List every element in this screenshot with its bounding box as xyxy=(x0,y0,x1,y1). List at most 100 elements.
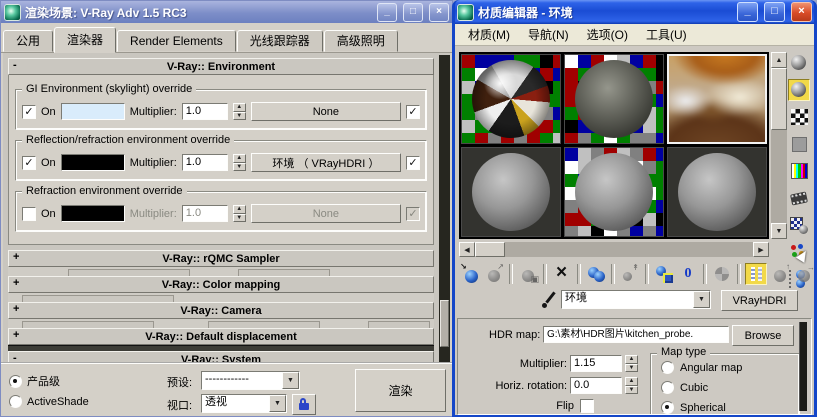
render-dialog-titlebar[interactable]: 渲染场景: V-Ray Adv 1.5 RC3 _ □ × xyxy=(1,1,452,23)
tab-advanced-lighting[interactable]: 高级照明 xyxy=(324,30,398,52)
minimize-icon[interactable]: _ xyxy=(737,2,758,22)
sample-uv-tiling-button[interactable] xyxy=(788,133,810,155)
scroll-right-icon[interactable]: ▶ xyxy=(753,242,769,257)
gi-multiplier-spinner[interactable]: ▲▼ xyxy=(233,103,246,120)
slots-vertical-scrollbar[interactable]: ▲ ▼ xyxy=(771,52,787,239)
maximize-icon[interactable]: □ xyxy=(403,3,423,22)
browse-button[interactable]: Browse xyxy=(732,325,794,346)
sample-slot-4[interactable] xyxy=(461,147,561,237)
viewport-lock-button[interactable] xyxy=(292,394,316,415)
material-editor-titlebar[interactable]: 材质编辑器 - 环境 _ □ × xyxy=(455,0,814,24)
vrayhdri-params-panel: HDR map: Browse Multiplier: ▲▼ Horiz. ro… xyxy=(457,318,812,415)
multiplier-field[interactable] xyxy=(570,355,622,372)
make-material-copy-button[interactable] xyxy=(585,263,607,285)
video-color-check-button[interactable] xyxy=(788,160,810,182)
get-material-button[interactable] xyxy=(459,263,481,285)
gi-map-enable-checkbox[interactable] xyxy=(406,105,420,119)
rollout-camera-header[interactable]: + V-Ray:: Camera xyxy=(8,302,434,319)
material-editor-options-button[interactable] xyxy=(788,214,810,236)
tab-renderer[interactable]: 渲染器 xyxy=(54,27,116,53)
sample-slot-3[interactable] xyxy=(667,54,767,144)
scroll-up-icon[interactable]: ▲ xyxy=(771,52,787,68)
scroll-down-icon[interactable]: ▼ xyxy=(771,223,787,239)
gi-map-slot-button[interactable]: None xyxy=(251,102,401,121)
reflection-map-slot-button[interactable]: 环境 （ VRayHDRI ） xyxy=(251,153,401,172)
go-to-parent-icon xyxy=(771,265,789,283)
maximize-icon[interactable]: □ xyxy=(764,2,785,22)
close-icon[interactable]: × xyxy=(429,3,449,22)
scroll-left-icon[interactable]: ◀ xyxy=(459,242,475,257)
sample-type-button[interactable] xyxy=(788,52,810,74)
show-map-in-viewport-button[interactable] xyxy=(711,263,733,285)
show-end-result-button[interactable] xyxy=(745,263,767,285)
viewport-dropdown[interactable]: 透视 ▼ xyxy=(201,394,287,413)
menu-navigation[interactable]: 导航(N) xyxy=(519,26,578,44)
rollout-displacement-header[interactable]: + V-Ray:: Default displacement xyxy=(8,328,434,345)
reflection-on-checkbox[interactable] xyxy=(22,156,36,170)
preset-dropdown[interactable]: ------------ ▼ xyxy=(201,371,300,390)
refraction-map-enable-checkbox[interactable] xyxy=(406,207,420,221)
scrollbar-thumb[interactable] xyxy=(440,300,449,347)
make-unique-button[interactable] xyxy=(619,263,641,285)
flip-checkbox[interactable] xyxy=(580,399,594,413)
rollout-environment-header[interactable]: - V-Ray:: Environment xyxy=(8,58,434,75)
gi-on-checkbox[interactable] xyxy=(22,105,36,119)
menu-material[interactable]: 材质(M) xyxy=(459,26,519,44)
get-material-icon xyxy=(461,265,479,283)
refraction-on-checkbox[interactable] xyxy=(22,207,36,221)
tab-render-elements[interactable]: Render Elements xyxy=(117,30,236,52)
scrollbar-thumb[interactable] xyxy=(475,242,505,257)
gi-color-swatch[interactable] xyxy=(61,103,125,120)
reflection-multiplier-spinner[interactable]: ▲▼ xyxy=(233,154,246,171)
reflection-multiplier-field[interactable] xyxy=(182,154,228,171)
sample-slot-6[interactable] xyxy=(667,147,767,237)
background-button[interactable] xyxy=(788,106,810,128)
material-type-button[interactable]: VRayHDRI xyxy=(721,290,798,311)
go-to-parent-button[interactable] xyxy=(769,263,791,285)
scrollbar-thumb[interactable] xyxy=(771,68,787,130)
gi-multiplier-field[interactable] xyxy=(182,103,228,120)
make-preview-icon xyxy=(790,191,808,205)
rollout-colormapping-header[interactable]: + V-Ray:: Color mapping xyxy=(8,276,434,293)
render-button[interactable]: 渲染 xyxy=(355,369,446,412)
put-material-to-scene-button[interactable] xyxy=(483,263,505,285)
slots-horizontal-scrollbar[interactable]: ◀ ▶ xyxy=(459,242,769,257)
menu-options[interactable]: 选项(O) xyxy=(578,26,637,44)
rollout-scrollbar[interactable] xyxy=(439,55,450,362)
refraction-color-swatch[interactable] xyxy=(61,205,125,222)
close-icon[interactable]: × xyxy=(791,2,812,22)
map-type-angular-map[interactable]: Angular map xyxy=(661,361,799,374)
multiplier-spinner[interactable]: ▲▼ xyxy=(625,355,638,372)
refraction-multiplier-field[interactable] xyxy=(182,205,228,222)
refraction-multiplier-spinner[interactable]: ▲▼ xyxy=(233,205,246,222)
horiz-rotation-field[interactable] xyxy=(570,377,622,394)
hdr-map-path-field[interactable] xyxy=(543,326,729,343)
menu-tools[interactable]: 工具(U) xyxy=(637,26,696,44)
sample-slot-5[interactable] xyxy=(564,147,664,237)
assign-material-to-selection-button[interactable] xyxy=(517,263,539,285)
go-forward-to-sibling-button[interactable] xyxy=(793,263,814,285)
make-preview-button[interactable] xyxy=(788,187,810,209)
activeshade-radio[interactable]: ActiveShade xyxy=(9,395,89,408)
reflection-color-swatch[interactable] xyxy=(61,154,125,171)
select-by-material-button[interactable] xyxy=(788,241,810,263)
put-to-library-button[interactable] xyxy=(653,263,675,285)
minimize-icon[interactable]: _ xyxy=(377,3,397,22)
tab-raytracer[interactable]: 光线跟踪器 xyxy=(237,30,323,52)
map-type-spherical[interactable]: Spherical xyxy=(661,401,799,414)
material-name-dropdown[interactable]: 环境 ▼ xyxy=(561,290,711,309)
material-id-channel-button[interactable]: 0 xyxy=(677,263,699,285)
map-type-cubic[interactable]: Cubic xyxy=(661,381,799,394)
tab-common[interactable]: 公用 xyxy=(3,30,53,52)
production-radio[interactable]: 产品级 xyxy=(9,373,60,389)
pick-material-eyedropper-icon[interactable] xyxy=(541,291,559,309)
refraction-map-slot-button[interactable]: None xyxy=(251,204,401,223)
horiz-rotation-spinner[interactable]: ▲▼ xyxy=(625,377,638,394)
reset-map-mtl-button[interactable] xyxy=(551,263,573,285)
rollout-rqmc-header[interactable]: + V-Ray:: rQMC Sampler xyxy=(8,250,434,267)
params-scrollbar[interactable] xyxy=(799,322,807,411)
sample-slot-1[interactable] xyxy=(461,54,561,144)
backlight-button[interactable] xyxy=(788,79,810,101)
reflection-map-enable-checkbox[interactable] xyxy=(406,156,420,170)
sample-slot-2[interactable] xyxy=(564,54,664,144)
